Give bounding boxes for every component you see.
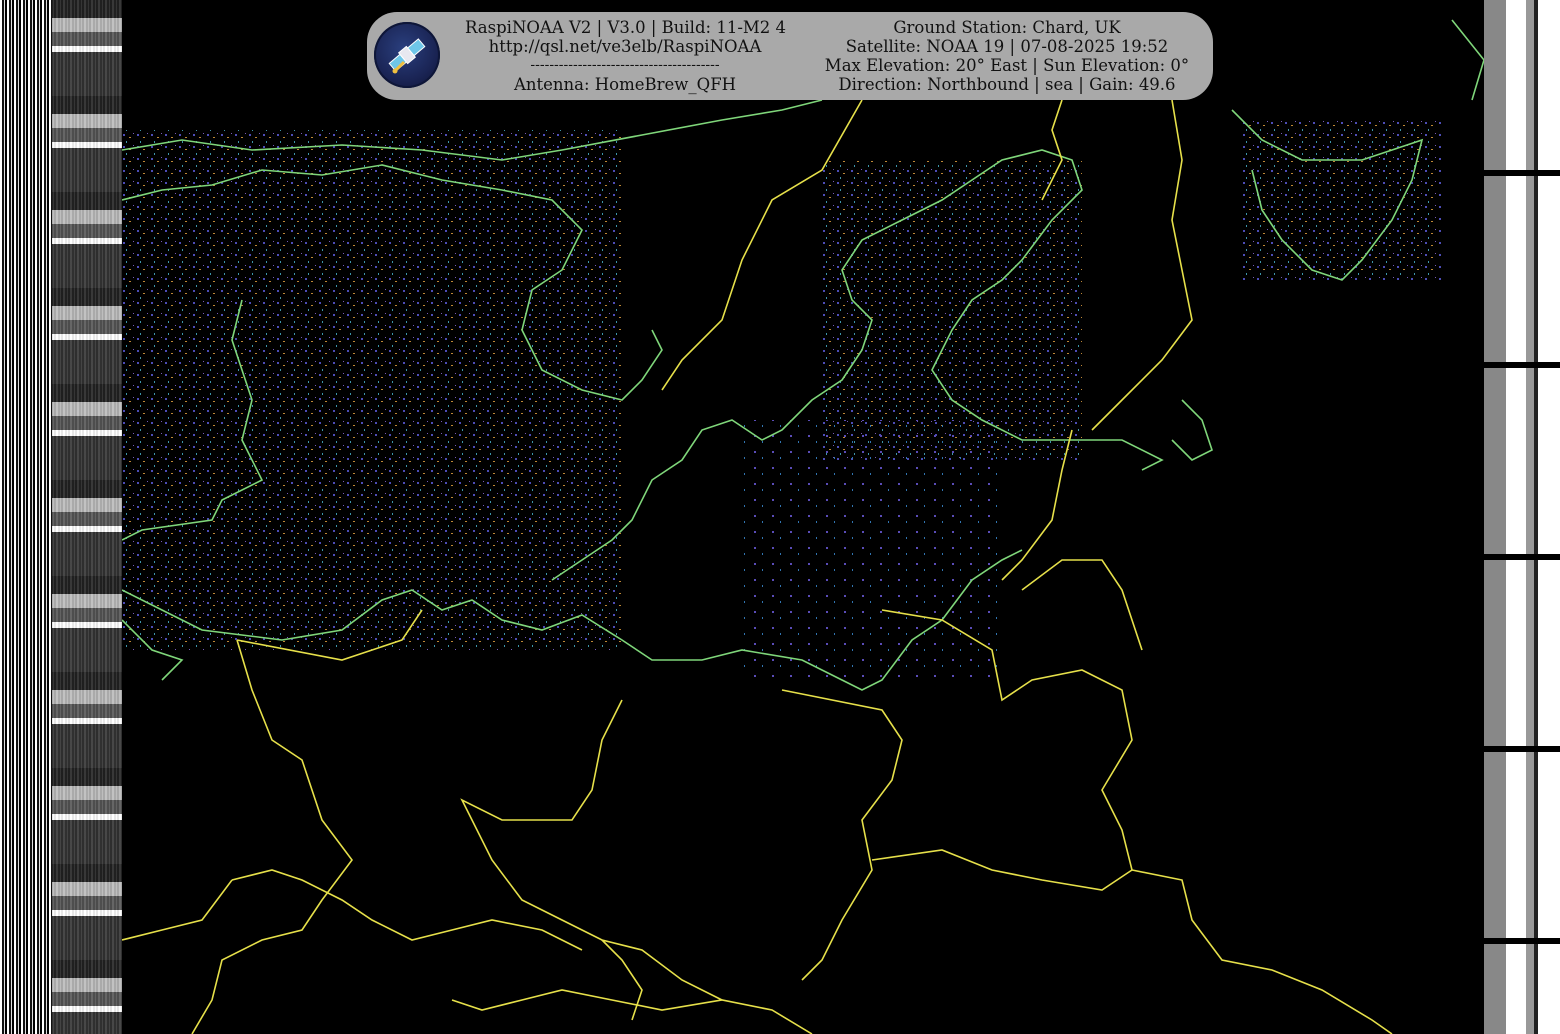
map-svg [122,19,1484,1034]
pass-info-banner: RaspiNOAA V2 | V3.0 | Build: 11-M2 4 htt… [367,12,1213,100]
satellite-icon [388,38,426,74]
direction-text: Direction: Northbound | sea | Gain: 49.6 [838,75,1176,94]
app-version-text: RaspiNOAA V2 | V3.0 | Build: 11-M2 4 [465,18,787,37]
antenna-text: Antenna: HomeBrew_QFH [513,75,737,94]
raspinoaa-logo [374,22,440,88]
satellite-text: Satellite: NOAA 19 | 07-08-2025 19:52 [845,37,1169,56]
ground-station-text: Ground Station: Chard, UK [893,18,1121,37]
satellite-map [122,0,1484,1034]
elevation-text: Max Elevation: 20° East | Sun Elevation:… [824,56,1190,75]
cloud-speckles [122,120,1442,680]
url-text: http://qsl.net/ve3elb/RaspiNOAA [488,37,762,56]
telemetry-strip-right [1484,0,1560,1034]
telemetry-strip-left [0,0,122,1034]
separator-text: ---------------------------------------- [530,57,720,73]
